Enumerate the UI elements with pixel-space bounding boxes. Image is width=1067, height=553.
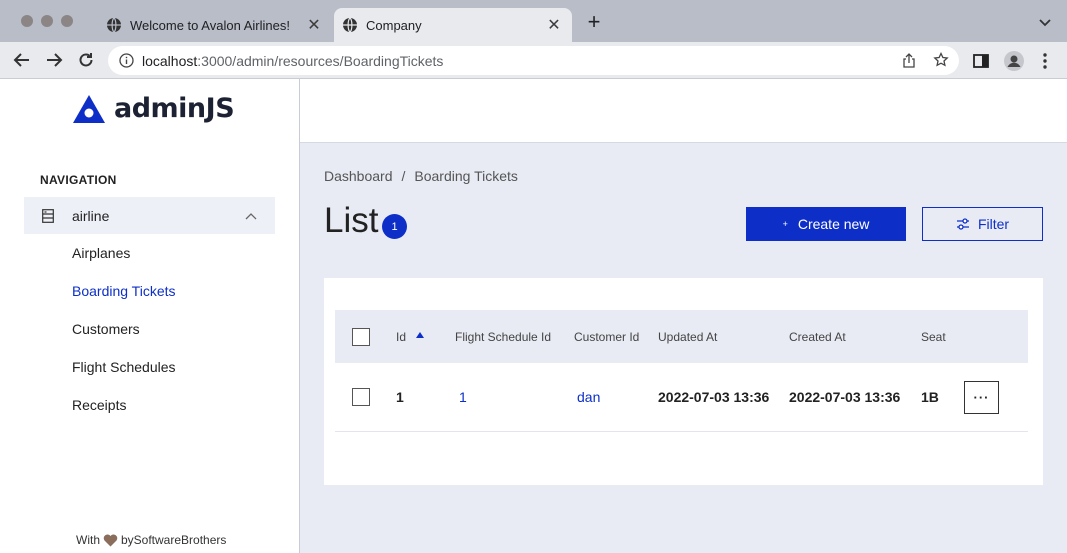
globe-icon xyxy=(343,17,357,33)
logo-text: adminJS xyxy=(114,93,235,124)
cell-id: 1 xyxy=(396,389,404,405)
chevron-up-icon[interactable] xyxy=(245,212,257,220)
sidebar-footer: With bySoftwareBrothers xyxy=(76,533,226,547)
sidebar-item-receipts[interactable]: Receipts xyxy=(72,397,126,413)
adminjs-logo[interactable]: adminJS xyxy=(72,93,235,124)
sidebar-group-airline[interactable]: airline xyxy=(24,197,275,234)
share-icon[interactable] xyxy=(902,53,916,68)
filter-label: Filter xyxy=(977,216,1010,232)
plus-icon: + xyxy=(782,219,788,229)
row-actions-button[interactable]: ··· xyxy=(964,380,999,414)
table-row[interactable]: 1 1 dan 2022-07-03 13:36 2022-07-03 13:3… xyxy=(335,363,1028,432)
sidebar-item-airplanes[interactable]: Airplanes xyxy=(72,245,130,261)
url-host: localhost xyxy=(142,53,198,69)
database-icon xyxy=(42,208,54,223)
url-text: localhost:3000/admin/resources/BoardingT… xyxy=(142,53,443,69)
sidebar-item-flight-schedules[interactable]: Flight Schedules xyxy=(72,359,176,375)
close-icon[interactable]: ✕ xyxy=(306,17,322,34)
breadcrumb-boarding-tickets[interactable]: Boarding Tickets xyxy=(414,168,518,184)
navigation-header: NAVIGATION xyxy=(40,173,117,187)
window-close-dot[interactable] xyxy=(21,15,33,27)
breadcrumb-dashboard[interactable]: Dashboard xyxy=(324,168,393,184)
column-header-customer-id[interactable]: Customer Id xyxy=(574,310,639,363)
column-header-label: Id xyxy=(396,329,407,344)
tab-title: Welcome to Avalon Airlines! xyxy=(130,17,290,33)
sidebar-item-boarding-tickets[interactable]: Boarding Tickets xyxy=(72,283,176,299)
heart-icon xyxy=(103,534,118,546)
more-vertical-icon[interactable] xyxy=(1037,52,1053,70)
sidebar-item-customers[interactable]: Customers xyxy=(72,321,140,337)
table-header: Id Flight Schedule Id Customer Id Update… xyxy=(335,310,1028,363)
window-minimize-dot[interactable] xyxy=(41,15,53,27)
breadcrumb: Dashboard / Boarding Tickets xyxy=(324,168,518,184)
new-tab-button[interactable]: + xyxy=(585,11,603,33)
tab-title: Company xyxy=(366,17,422,33)
reload-icon[interactable] xyxy=(77,51,95,69)
cell-flight-schedule-link[interactable]: 1 xyxy=(459,363,467,431)
globe-icon xyxy=(107,17,121,33)
column-header-seat[interactable]: Seat xyxy=(921,310,946,363)
column-header-created-at[interactable]: Created At xyxy=(789,310,846,363)
star-icon[interactable] xyxy=(933,52,949,68)
info-icon[interactable] xyxy=(119,53,134,68)
page-title: List xyxy=(324,201,379,240)
column-header-flight-schedule-id[interactable]: Flight Schedule Id xyxy=(455,310,551,363)
footer-prefix: With xyxy=(76,533,100,547)
column-header-id[interactable]: Id xyxy=(396,310,425,363)
profile-avatar-icon[interactable] xyxy=(1004,51,1024,71)
browser-tab-company[interactable]: Company ✕ xyxy=(334,8,572,42)
close-icon[interactable]: ✕ xyxy=(546,17,562,34)
cell-created-at: 2022-07-03 13:36 xyxy=(789,389,901,405)
create-new-label: Create new xyxy=(797,216,870,232)
filter-button[interactable]: Filter xyxy=(922,207,1043,241)
forward-arrow-icon[interactable] xyxy=(45,51,63,69)
browser-toolbar: localhost:3000/admin/resources/BoardingT… xyxy=(0,42,1067,79)
breadcrumb-separator: / xyxy=(401,168,406,184)
main-content: Dashboard / Boarding Tickets List 1 + Cr… xyxy=(300,143,1067,553)
browser-tab-welcome[interactable]: Welcome to Avalon Airlines! ✕ xyxy=(98,8,332,42)
cell-updated-at: 2022-07-03 13:36 xyxy=(658,389,770,405)
create-new-button[interactable]: + Create new xyxy=(746,207,906,241)
chevron-down-icon[interactable] xyxy=(1038,16,1052,30)
row-checkbox[interactable] xyxy=(352,388,370,406)
browser-tab-bar: Welcome to Avalon Airlines! ✕ Company ✕ … xyxy=(0,0,1067,42)
cell-seat: 1B xyxy=(921,389,939,405)
window-maximize-dot[interactable] xyxy=(61,15,73,27)
address-bar[interactable]: localhost:3000/admin/resources/BoardingT… xyxy=(108,46,959,75)
top-bar xyxy=(300,79,1067,143)
column-header-updated-at[interactable]: Updated At xyxy=(658,310,717,363)
records-table-card: Id Flight Schedule Id Customer Id Update… xyxy=(324,278,1043,485)
sort-ascending-icon xyxy=(416,332,425,338)
sliders-icon xyxy=(956,218,969,230)
sidebar-group-label: airline xyxy=(72,207,110,224)
footer-link[interactable]: bySoftwareBrothers xyxy=(121,533,226,547)
record-count-badge: 1 xyxy=(382,214,407,239)
sidebar: adminJS NAVIGATION airline Airplanes Boa… xyxy=(0,79,300,553)
side-panel-icon[interactable] xyxy=(972,52,990,70)
select-all-checkbox[interactable] xyxy=(352,327,370,346)
back-arrow-icon[interactable] xyxy=(13,51,31,69)
adminjs-logo-icon xyxy=(73,94,105,123)
url-path: :3000/admin/resources/BoardingTickets xyxy=(197,53,444,69)
cell-customer-link[interactable]: dan xyxy=(577,363,600,431)
